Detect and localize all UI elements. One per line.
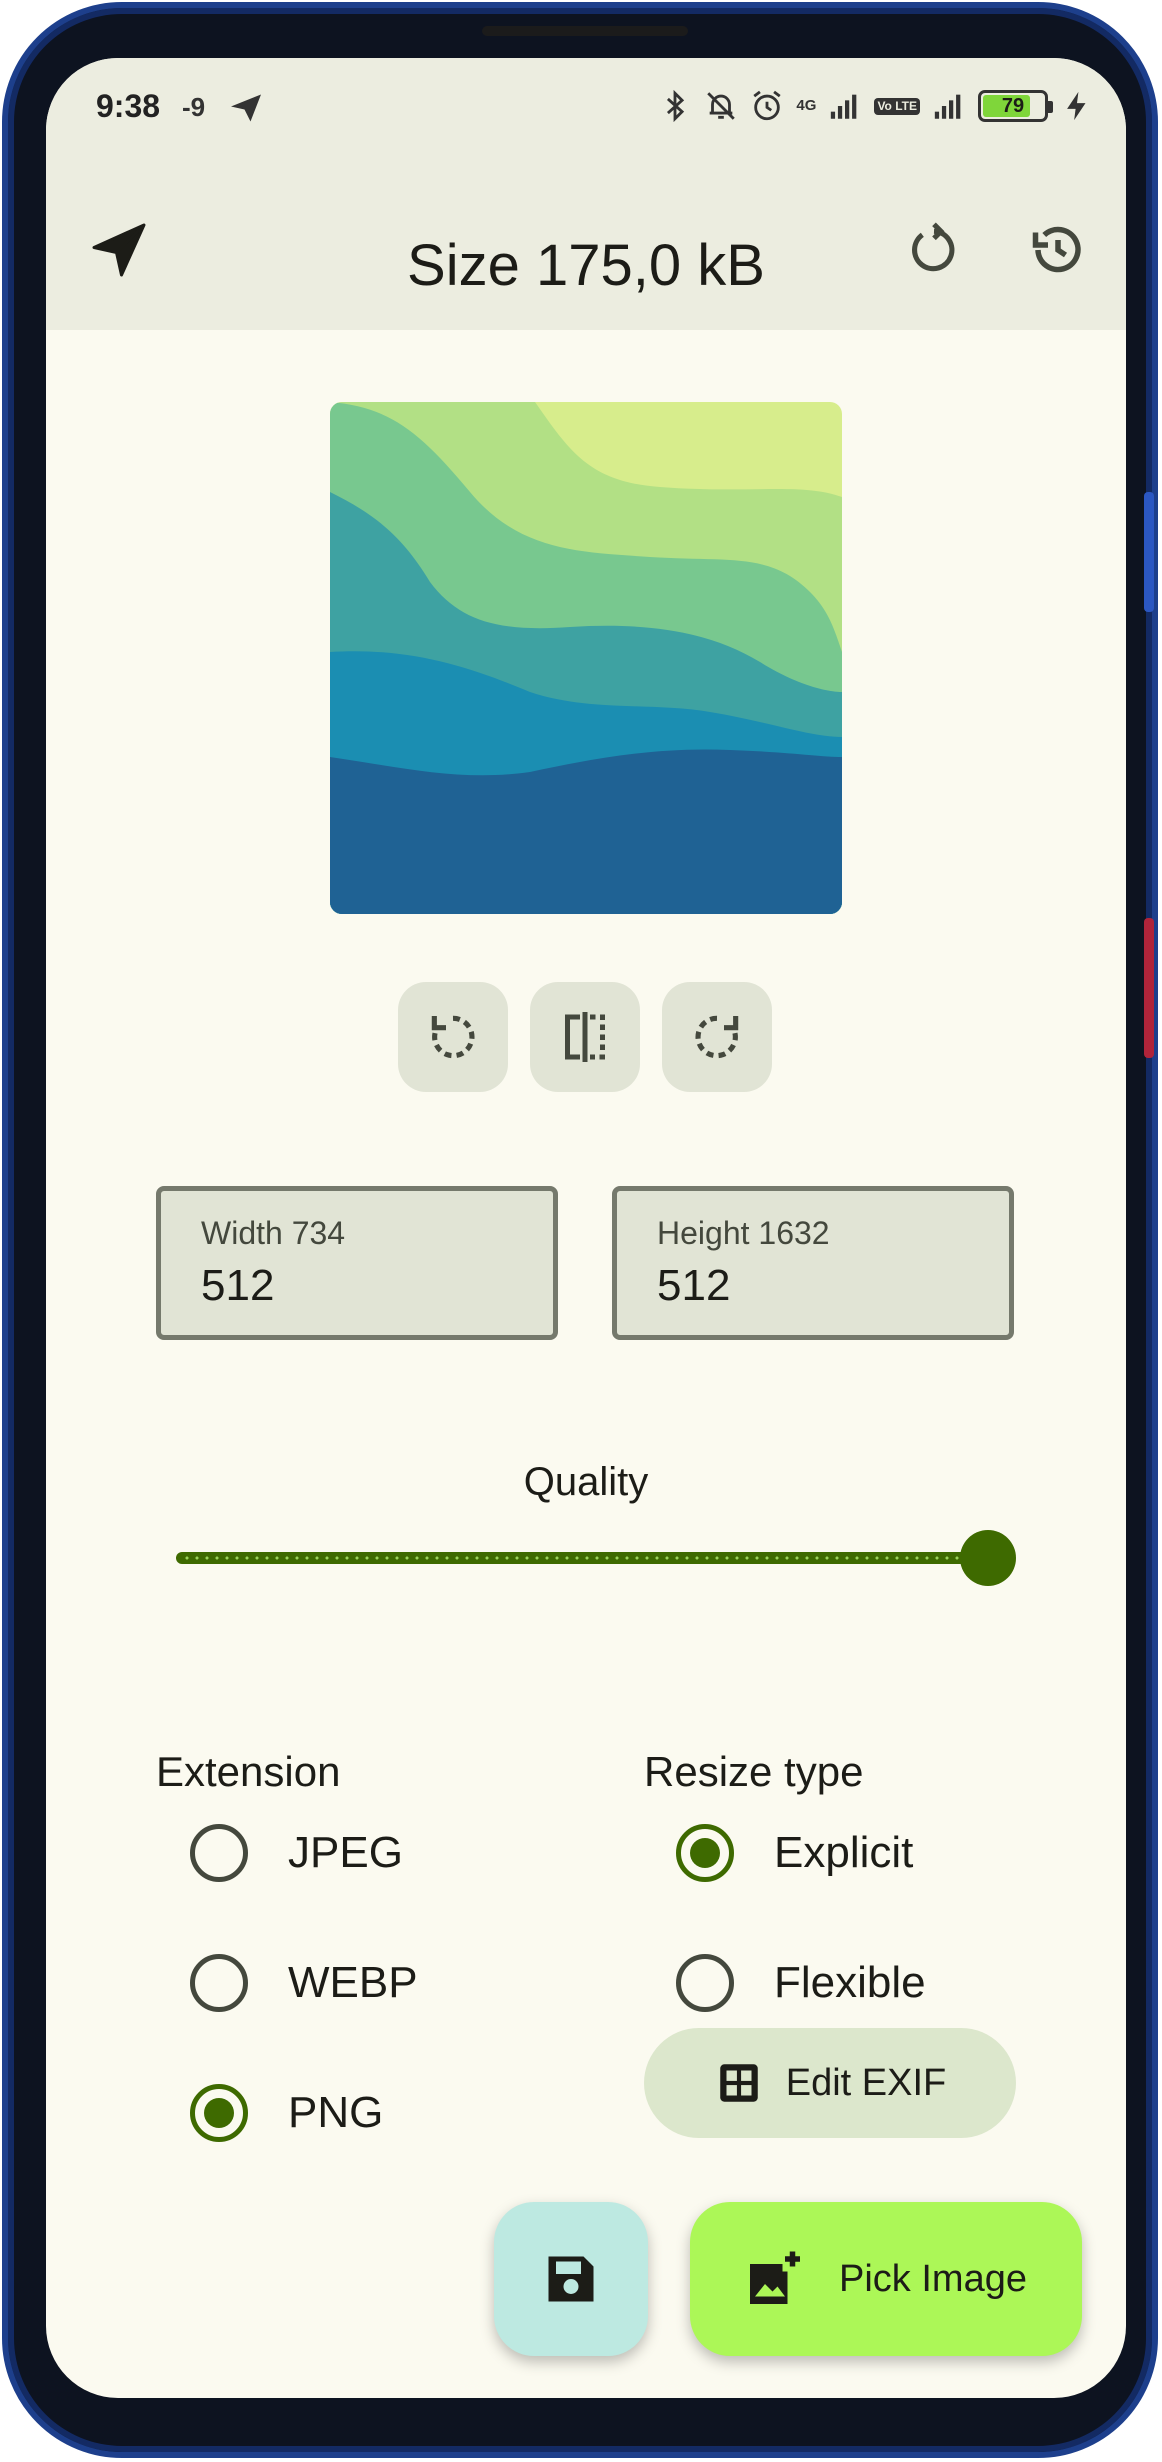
radio-label: Flexible [774, 1958, 926, 2007]
radio-flexible[interactable]: Flexible [676, 1948, 926, 2018]
rotate-right-button[interactable] [662, 982, 772, 1092]
radio-button[interactable] [190, 1824, 248, 1882]
extension-title: Extension [156, 1748, 341, 1795]
radio-button[interactable] [676, 1954, 734, 2012]
height-label: Height 1632 [657, 1215, 830, 1251]
width-field[interactable]: Width 734 [156, 1186, 558, 1340]
charging-icon [1067, 91, 1086, 121]
battery-indicator: 79 [978, 90, 1053, 122]
radio-explicit[interactable]: Explicit [676, 1818, 913, 1888]
radio-button-selected[interactable] [676, 1824, 734, 1882]
edit-exif-button[interactable]: Edit EXIF [644, 2028, 1016, 2138]
height-field[interactable]: Height 1632 [612, 1186, 1014, 1340]
slider-thumb[interactable] [960, 1530, 1016, 1586]
width-input[interactable] [201, 1261, 521, 1311]
battery-percent: 79 [1001, 95, 1025, 117]
volte-badge: Vo LTE [874, 97, 920, 115]
bell-muted-icon [707, 92, 736, 120]
image-preview [330, 402, 842, 914]
save-button[interactable] [494, 2202, 648, 2356]
status-time: 9:38 [96, 88, 161, 124]
slider-ticks [182, 1556, 982, 1560]
signal-icon-2 [934, 94, 961, 119]
top-app-bar: Size 175,0 kB [46, 188, 1126, 308]
radio-jpeg[interactable]: JPEG [190, 1818, 403, 1888]
quality-label: Quality [523, 1460, 649, 1504]
radio-label: Explicit [774, 1828, 914, 1877]
earpiece-speaker [482, 26, 688, 36]
network-type: 4G [796, 97, 817, 114]
pick-image-button[interactable]: Pick Image [690, 2202, 1082, 2356]
volume-button [1144, 918, 1154, 1058]
add-photo-icon [750, 2251, 801, 2304]
radio-png[interactable]: PNG [190, 2078, 383, 2148]
battery-tip [1048, 101, 1053, 113]
radio-label: PNG [288, 2088, 384, 2137]
radio-webp[interactable]: WEBP [190, 1948, 418, 2018]
rotate-left-button[interactable] [398, 982, 508, 1092]
radio-label: JPEG [288, 1828, 403, 1877]
flip-button[interactable] [530, 982, 640, 1092]
radio-button[interactable] [190, 1954, 248, 2012]
status-notification-count: -9 [182, 92, 206, 122]
radio-label: WEBP [288, 1958, 418, 2007]
phone-frame: 9:38 -9 4G Vo LTE 79 Size 175,0 kB Width… [2, 2, 1158, 2458]
flip-icon [565, 1012, 605, 1062]
height-input[interactable] [657, 1261, 977, 1311]
pick-image-label: Pick Image [839, 2257, 1027, 2300]
save-icon [548, 2256, 594, 2302]
screen: 9:38 -9 4G Vo LTE 79 Size 175,0 kB Width… [46, 58, 1126, 2398]
grid-icon [720, 2064, 758, 2102]
history-button[interactable] [1026, 218, 1090, 282]
reset-button[interactable] [902, 218, 966, 282]
alarm-icon [753, 90, 782, 121]
telegram-notification-icon [231, 94, 261, 122]
resize-type-title: Resize type [644, 1748, 864, 1795]
radio-button-selected[interactable] [190, 2084, 248, 2142]
edit-exif-label: Edit EXIF [785, 2061, 947, 2104]
status-bar: 9:38 -9 4G Vo LTE 79 [46, 58, 1126, 158]
history-icon [1032, 226, 1081, 273]
signal-icon [831, 94, 857, 119]
bluetooth-icon [667, 89, 685, 123]
image-tools [398, 982, 772, 1092]
width-label: Width 734 [201, 1215, 346, 1251]
power-button [1144, 492, 1154, 612]
rotate-left-icon [431, 1015, 475, 1059]
quality-slider[interactable] [176, 1528, 1016, 1588]
status-icons: 4G Vo LTE 79 [658, 88, 1094, 124]
reset-icon [912, 222, 955, 272]
top-area: 9:38 -9 4G Vo LTE 79 Size 175,0 kB [46, 58, 1126, 330]
rotate-right-icon [695, 1015, 739, 1059]
